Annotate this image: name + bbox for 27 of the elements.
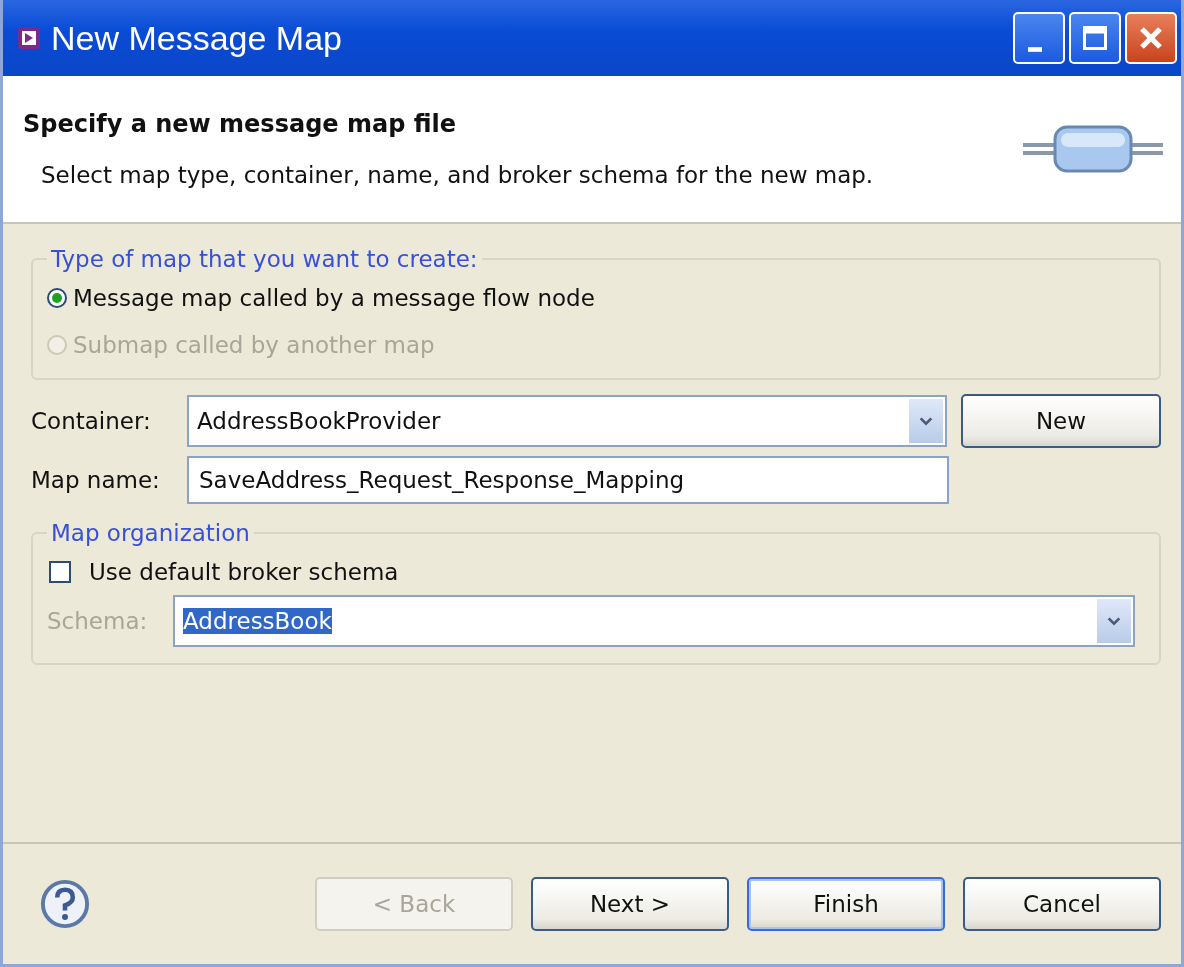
map-name-field[interactable]: SaveAddress_Request_Response_Mapping (187, 456, 949, 504)
help-button[interactable] (39, 878, 91, 930)
wizard-button[interactable]: Finish (747, 877, 945, 931)
checkbox[interactable] (49, 560, 71, 583)
group-label: Map organization (50, 520, 251, 546)
window-title: New Message Map (51, 18, 343, 58)
page-title: Specify a new message map file (23, 110, 457, 138)
field-label: Map name: (31, 467, 161, 493)
close-button[interactable] (1125, 12, 1177, 64)
maximize-icon (1080, 23, 1110, 53)
field-label: Container: (31, 408, 152, 434)
wizard-button[interactable]: Next > (531, 877, 729, 931)
container-dropdown[interactable]: AddressBookProvider (187, 395, 947, 447)
schema-dropdown[interactable]: AddressBook (173, 595, 1135, 647)
page-description: Select map type, container, name, and broker schema for the new map. (40, 162, 875, 188)
radio-label: Message map called by a message flow node (73, 284, 595, 311)
maximize-button[interactable] (1069, 12, 1121, 64)
wizard-button[interactable]: Cancel (963, 877, 1161, 931)
new-button[interactable]: New (961, 394, 1161, 448)
app-icon (17, 26, 41, 50)
minimize-icon (1028, 46, 1042, 52)
field-label: Schema: (47, 608, 149, 634)
radio-label: Submap called by another map (73, 331, 435, 358)
minimize-button[interactable] (1013, 12, 1065, 64)
checkbox-label: Use default broker schema (89, 558, 399, 585)
group-label: Type of map that you want to create: (50, 246, 479, 272)
radio-button[interactable] (47, 287, 67, 308)
